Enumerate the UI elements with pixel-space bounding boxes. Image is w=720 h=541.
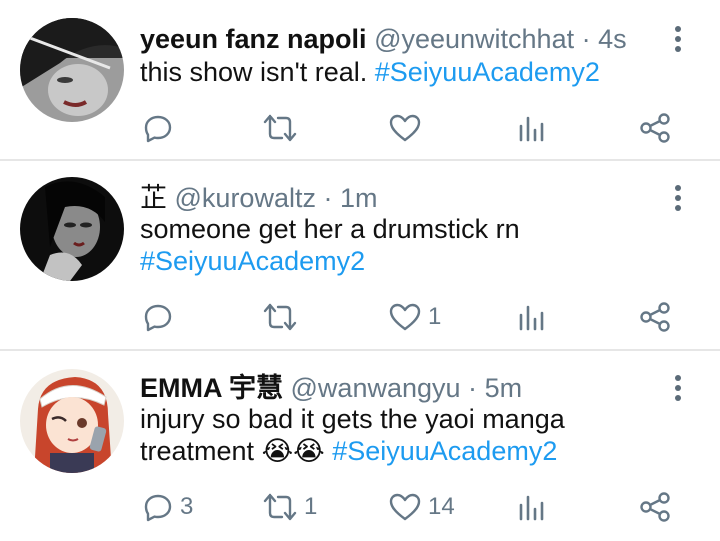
tweet-header: yeeun fanz napoli @yeeunwitchhat · 4s [140, 22, 656, 56]
more-icon[interactable] [666, 181, 690, 215]
tweet-text-plain: this show isn't real. [140, 57, 368, 87]
analytics-button[interactable] [516, 297, 546, 337]
analytics-button[interactable] [516, 487, 546, 527]
tweet-text: this show isn't real. #SeiyuuAcademy2 [140, 56, 680, 88]
share-icon [640, 113, 670, 143]
tweet-2[interactable]: 芷 @kurowaltz · 1m someone get her a drum… [0, 161, 720, 350]
tweet-text-plain: someone get her a drumstick rn [140, 214, 520, 244]
timestamp[interactable]: 5m [485, 373, 523, 403]
reply-button[interactable] [142, 297, 180, 337]
like-button[interactable]: 14 [388, 487, 455, 527]
reply-count: 3 [180, 493, 194, 520]
like-icon [389, 493, 421, 521]
user-handle[interactable]: @kurowaltz [175, 183, 316, 213]
emoji: 😭😭 [261, 436, 325, 466]
reply-icon [144, 304, 172, 332]
reply-button[interactable] [142, 108, 180, 148]
share-icon [640, 492, 670, 522]
like-count: 1 [428, 303, 442, 330]
hashtag-link[interactable]: #SeiyuuAcademy2 [140, 246, 365, 276]
display-name[interactable]: EMMA 宇慧 [140, 373, 283, 403]
share-button[interactable] [638, 108, 672, 148]
tweet-1[interactable]: yeeun fanz napoli @yeeunwitchhat · 4s th… [0, 0, 720, 160]
like-icon [389, 114, 421, 142]
like-button[interactable]: 1 [388, 297, 441, 337]
display-name[interactable]: 芷 [140, 183, 167, 213]
tweet-actions [140, 108, 680, 148]
analytics-button[interactable] [516, 108, 546, 148]
retweet-count: 1 [304, 493, 318, 520]
hashtag-link[interactable]: #SeiyuuAcademy2 [332, 436, 557, 466]
reply-button[interactable]: 3 [142, 487, 193, 527]
tweet-text: injury so bad it gets the yaoi manga tre… [140, 403, 680, 467]
display-name[interactable]: yeeun fanz napoli [140, 24, 367, 54]
retweet-icon [263, 114, 297, 142]
analytics-icon [519, 116, 544, 142]
analytics-icon [519, 495, 544, 521]
timestamp[interactable]: 4s [598, 24, 627, 54]
avatar[interactable] [20, 369, 124, 473]
share-icon [640, 302, 670, 332]
retweet-icon [263, 493, 297, 521]
more-icon[interactable] [666, 371, 690, 405]
avatar[interactable] [20, 177, 124, 281]
avatar[interactable] [20, 18, 124, 122]
tweet-actions: 1 [140, 297, 680, 337]
separator: · [468, 373, 478, 403]
more-icon[interactable] [666, 22, 690, 56]
analytics-icon [519, 305, 544, 331]
tweet-header: EMMA 宇慧 @wanwangyu · 5m [140, 371, 656, 405]
retweet-icon [263, 303, 297, 331]
user-handle[interactable]: @wanwangyu [291, 373, 461, 403]
retweet-button[interactable] [262, 108, 304, 148]
user-handle[interactable]: @yeeunwitchhat [374, 24, 574, 54]
tweet-actions: 3 1 14 [140, 487, 680, 527]
share-button[interactable] [638, 487, 672, 527]
separator: · [581, 24, 591, 54]
reply-icon [144, 115, 172, 143]
tweet-text: someone get her a drumstick rn #SeiyuuAc… [140, 213, 680, 277]
like-button[interactable] [388, 108, 428, 148]
tweet-3[interactable]: EMMA 宇慧 @wanwangyu · 5m injury so bad it… [0, 351, 720, 541]
reply-icon [144, 494, 172, 522]
share-button[interactable] [638, 297, 672, 337]
tweet-header: 芷 @kurowaltz · 1m [140, 181, 656, 215]
timestamp[interactable]: 1m [340, 183, 378, 213]
separator: · [323, 183, 333, 213]
like-count: 14 [428, 493, 455, 520]
like-icon [389, 303, 421, 331]
retweet-button[interactable] [262, 297, 304, 337]
retweet-button[interactable]: 1 [262, 487, 317, 527]
hashtag-link[interactable]: #SeiyuuAcademy2 [375, 57, 600, 87]
